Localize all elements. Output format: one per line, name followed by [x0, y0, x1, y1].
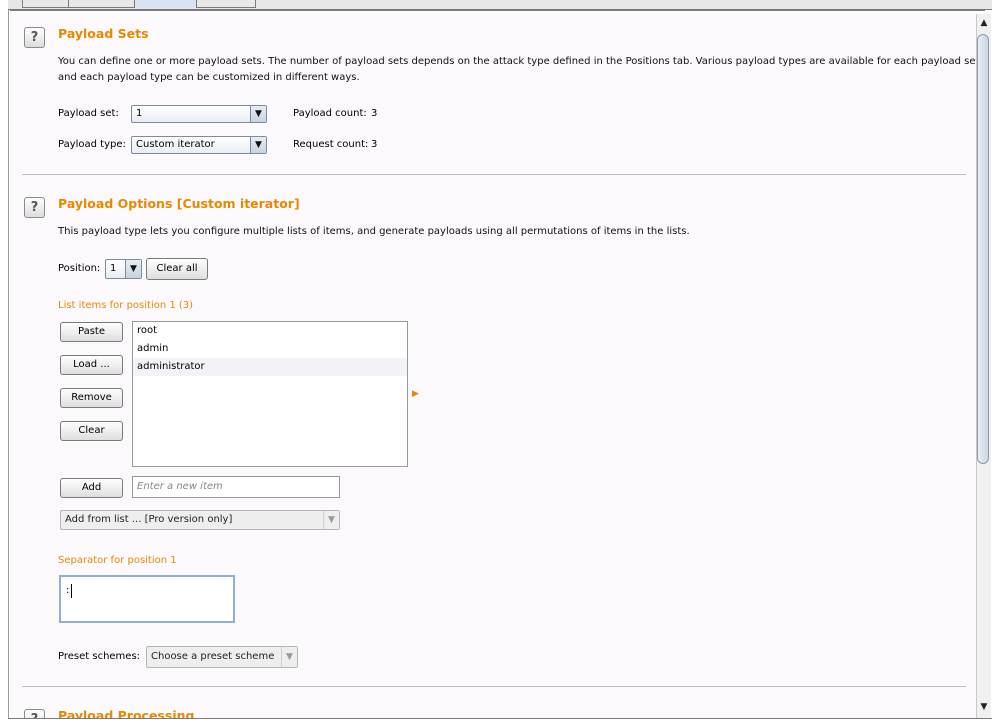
help-icon[interactable]: ?: [24, 709, 45, 718]
list-item[interactable]: root: [133, 322, 407, 340]
payload-options-description: This payload type lets you configure mul…: [58, 226, 690, 237]
payload-count-value: 3: [371, 108, 378, 119]
payload-type-label: Payload type:: [58, 139, 126, 150]
position-label: Position:: [58, 263, 101, 274]
scrollbar-thumb[interactable]: [977, 34, 989, 464]
list-item[interactable]: administrator: [133, 358, 407, 376]
text-cursor: [71, 584, 72, 598]
separator-label: Separator for position 1: [58, 555, 177, 566]
add-from-list-select[interactable]: Add from list ... [Pro version only] ▼: [60, 510, 340, 530]
remove-button[interactable]: Remove: [60, 388, 123, 408]
payload-set-value: 1: [136, 108, 143, 119]
scroll-down-icon[interactable]: ▼: [977, 700, 991, 714]
payloads-panel: ? Payload Sets You can define one or mor…: [10, 12, 976, 718]
payload-sets-title: Payload Sets: [58, 26, 149, 41]
list-item[interactable]: admin: [133, 340, 407, 358]
payload-type-value: Custom iterator: [136, 139, 215, 150]
clear-button[interactable]: Clear: [60, 421, 123, 441]
dropdown-arrow-icon: ▼: [323, 511, 339, 529]
add-button[interactable]: Add: [60, 478, 123, 498]
window-left-edge: [0, 0, 9, 722]
dropdown-arrow-icon: ▼: [250, 106, 266, 122]
payload-type-select[interactable]: Custom iterator ▼: [131, 136, 267, 154]
request-count-label: Request count:: [293, 139, 369, 150]
preset-schemes-label: Preset schemes:: [58, 651, 141, 662]
help-icon[interactable]: ?: [24, 197, 45, 218]
paste-button[interactable]: Paste: [60, 322, 123, 342]
dropdown-arrow-icon: ▼: [125, 260, 141, 278]
dropdown-arrow-icon: ▼: [250, 137, 266, 153]
tab-target[interactable]: [22, 0, 70, 8]
scroll-up-icon[interactable]: ▲: [977, 16, 991, 30]
payload-sets-description-line1: You can define one or more payload sets.…: [58, 56, 976, 67]
list-items-label: List items for position 1 (3): [58, 300, 194, 311]
payload-processing-title: Payload Processing: [58, 708, 195, 718]
request-count-value: 3: [371, 139, 378, 150]
load-button[interactable]: Load ...: [60, 355, 123, 375]
tab-positions[interactable]: [68, 0, 136, 8]
separator-input[interactable]: :: [59, 575, 235, 623]
payload-sets-description-line2: and each payload type can be customized …: [58, 72, 360, 83]
new-item-input[interactable]: Enter a new item: [132, 476, 340, 498]
payload-count-label: Payload count:: [293, 108, 367, 119]
payload-options-title: Payload Options [Custom iterator]: [58, 196, 300, 211]
position-value: 1: [110, 263, 117, 274]
payload-set-label: Payload set:: [58, 108, 119, 119]
position-select[interactable]: 1 ▼: [105, 259, 142, 279]
separator-value: :: [66, 585, 70, 596]
window-bottom-edge: [8, 718, 992, 723]
section-divider: [22, 686, 966, 687]
tab-options[interactable]: [196, 0, 256, 8]
preset-schemes-value: Choose a preset scheme: [151, 651, 275, 662]
panel-border: [10, 10, 985, 11]
list-items-box[interactable]: root admin administrator: [132, 321, 408, 467]
new-item-placeholder: Enter a new item: [137, 481, 223, 492]
payload-set-select[interactable]: 1 ▼: [131, 105, 267, 123]
dropdown-arrow-icon: ▼: [281, 647, 297, 667]
section-divider: [22, 174, 966, 175]
clear-all-button[interactable]: Clear all: [146, 258, 208, 280]
tab-payloads[interactable]: [134, 0, 198, 8]
help-icon[interactable]: ?: [24, 27, 45, 48]
add-from-list-value: Add from list ... [Pro version only]: [65, 514, 233, 525]
orange-triangle-icon[interactable]: ▶: [412, 389, 419, 399]
preset-schemes-select[interactable]: Choose a preset scheme ▼: [146, 646, 298, 668]
